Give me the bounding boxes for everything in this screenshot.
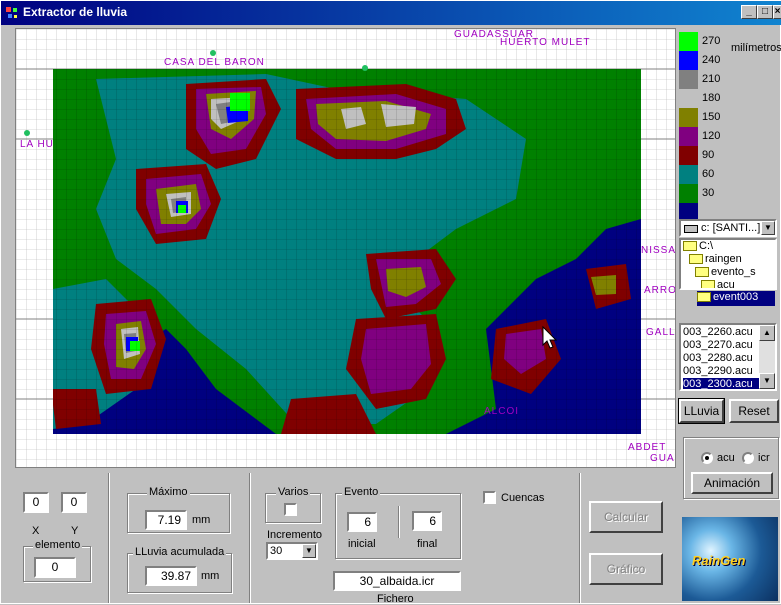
cuencas-checkbox[interactable] [483,491,496,504]
folder-open-icon [697,292,711,303]
y-label: Y [71,525,79,537]
evento-label: Evento [342,486,381,498]
legend-item: 30 [679,184,779,203]
file-item[interactable]: 003_2290.acu [683,365,761,378]
reset-button[interactable]: Reset [729,399,779,423]
acumulada-label: LLuvia acumulada [133,546,227,558]
varios-checkbox[interactable] [284,503,297,516]
divider [249,473,251,603]
legend-swatch [679,32,698,51]
acumulada-field: 39.87 [145,566,197,586]
calcular-button[interactable]: Calcular [589,501,663,533]
folder-open-icon [689,254,703,265]
grafico-button[interactable]: Gráfico [589,553,663,585]
animacion-button[interactable]: Animación [691,472,773,494]
x-field[interactable]: 0 [23,492,49,513]
legend-item: 120 [679,127,779,146]
app-icon [6,7,17,18]
legend-swatch [679,89,698,108]
incremento-label: Incremento [267,529,323,541]
icr-radio[interactable] [742,452,754,464]
evento-inicial-field[interactable]: 6 [347,512,377,532]
file-item[interactable]: 003_2280.acu [683,352,761,365]
rain-contours [53,69,641,434]
fichero-field[interactable]: 30_albaida.icr [333,571,461,591]
cuencas-label: Cuencas [501,492,545,504]
scroll-up-icon[interactable]: ▲ [759,325,775,341]
varios-label: Varios [276,486,311,498]
maximize-button[interactable]: □ [757,5,773,19]
legend-item: 210 [679,70,779,89]
legend-swatch [679,146,698,165]
title-bar[interactable]: Extractor de lluvia _ □ × [1,1,781,25]
directory-list[interactable]: C:\ raingen evento_s acu [679,238,777,290]
town-label: ABDET [628,442,667,453]
file-list-scrollbar[interactable]: ▲ ▼ [759,325,775,389]
divider [108,473,110,603]
dir-item-selected[interactable]: event003 [697,291,775,306]
folder-open-icon [695,267,709,278]
x-label: X [32,525,40,537]
divider [579,473,581,603]
legend-swatch [679,108,698,127]
legend-item: 180 [679,89,779,108]
town-label: ALCOI [484,406,520,417]
legend-swatch [679,184,698,203]
chevron-down-icon[interactable]: ▼ [761,221,775,235]
rainfall-map[interactable]: CASA DEL BARON GUADASSUAR HUERTO MULET L… [15,28,676,468]
legend-unit: milímetros [731,42,781,54]
acu-radio[interactable] [701,452,713,464]
legend-swatch [679,127,698,146]
evento-final-label: final [417,538,438,550]
town-label: HUERTO MULET [500,37,591,48]
file-list[interactable]: 003_2260.acu 003_2270.acu 003_2280.acu 0… [679,323,777,391]
town-label: GALL [646,327,676,338]
raingen-logo: RainGen [682,517,778,601]
dir-item[interactable]: acu [701,279,735,288]
acumulada-unit: mm [201,570,220,582]
elemento-label: elemento [33,539,83,551]
file-item-selected[interactable]: 003_2300.acu [683,378,761,389]
rainfall-map-canvas[interactable] [16,29,676,468]
maximo-field: 7.19 [145,510,187,530]
elemento-field[interactable]: 0 [34,557,76,578]
lluvia-button[interactable]: LLuvia [678,398,725,424]
legend-swatch [679,165,698,184]
icr-label: icr [758,452,770,464]
folder-open-icon [683,241,697,252]
town-label: LA HU [20,139,54,150]
drive-icon [684,225,698,233]
file-item[interactable]: 003_2260.acu [683,326,761,339]
legend-item: 150 [679,108,779,127]
maximo-label: Máximo [147,486,190,498]
window-title: Extractor de lluvia [23,5,128,19]
divider [398,506,400,538]
drive-select[interactable]: c: [SANTI...] ▼ [679,219,777,237]
town-label: GUA [650,453,675,464]
evento-final-field[interactable]: 6 [412,511,442,531]
scroll-down-icon[interactable]: ▼ [759,373,775,389]
town-label: ARRO [644,285,676,296]
folder-open-icon [701,280,715,288]
main-window: Extractor de lluvia _ □ × CASA DEL BARON… [0,0,781,605]
legend-swatch [679,51,698,70]
chevron-down-icon[interactable]: ▼ [302,544,316,558]
y-field[interactable]: 0 [61,492,87,513]
legend-item: 60 [679,165,779,184]
fichero-label: Fichero [377,593,414,605]
file-item[interactable]: 003_2270.acu [683,339,761,352]
acu-label: acu [717,452,735,464]
minimize-button[interactable]: _ [741,5,757,19]
town-label: NISSA [641,245,676,256]
town-label: CASA DEL BARON [164,57,265,68]
maximo-unit: mm [192,514,211,526]
legend-item: 90 [679,146,779,165]
close-button[interactable]: × [773,5,781,19]
incremento-select[interactable]: 30 ▼ [266,542,318,560]
legend-swatch [679,70,698,89]
evento-inicial-label: inicial [348,538,376,550]
